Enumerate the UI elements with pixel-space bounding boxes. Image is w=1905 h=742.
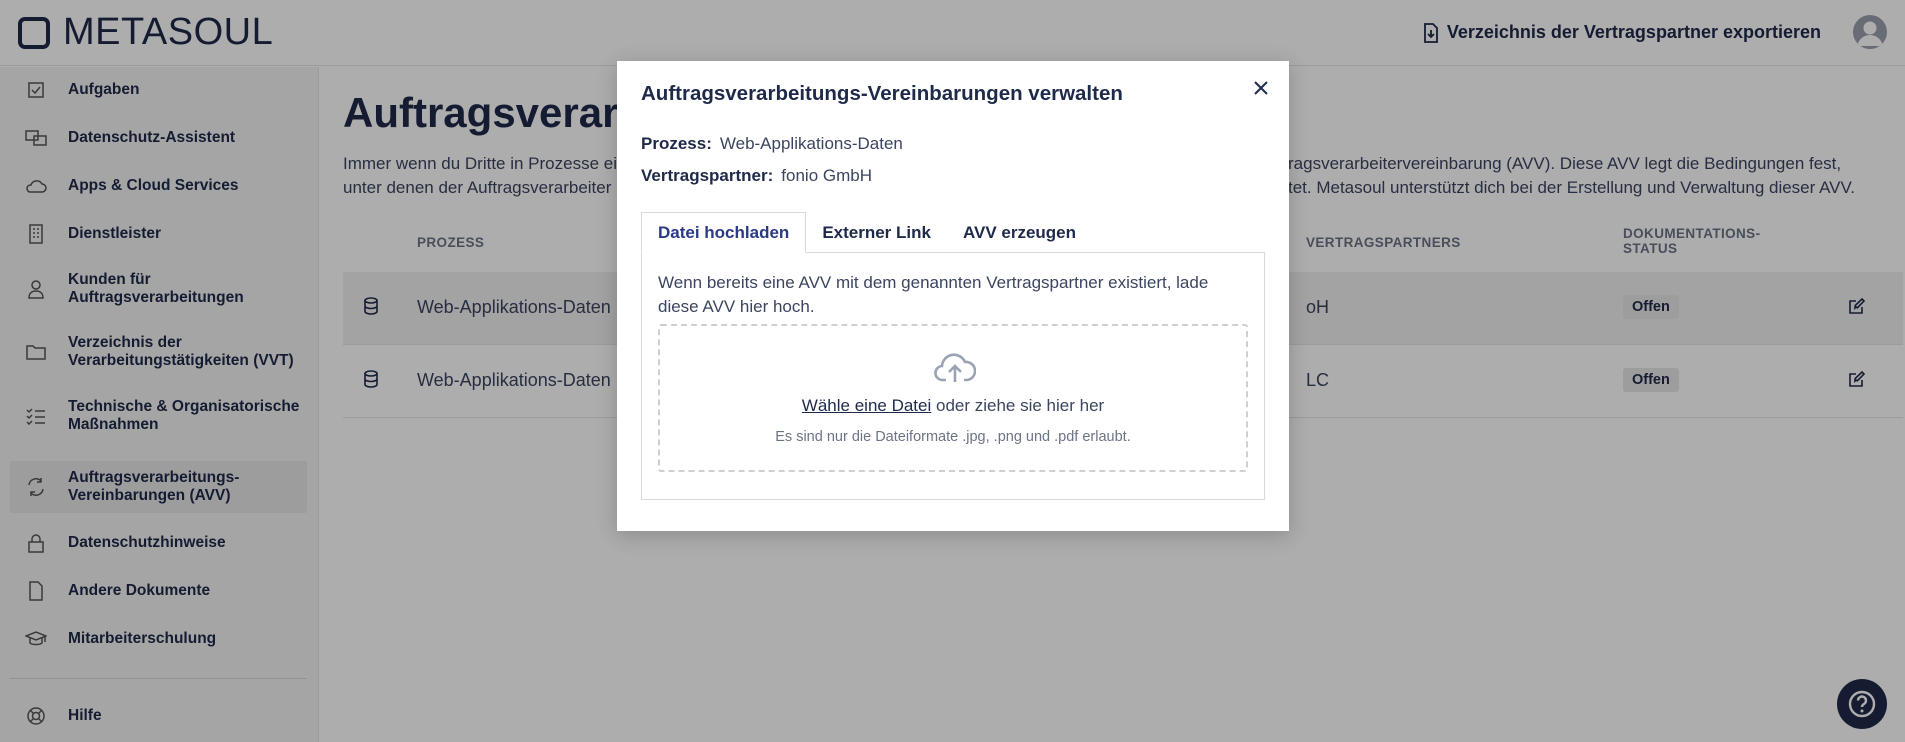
tab-externer-link[interactable]: Externer Link (806, 212, 947, 253)
modal-title: Auftragsverarbeitungs-Vereinbarungen ver… (641, 82, 1123, 105)
close-button[interactable] (1249, 76, 1273, 100)
partner-key: Vertragspartner: (641, 166, 774, 185)
file-dropzone[interactable]: Wähle eine Datei oder ziehe sie hier her… (658, 324, 1248, 472)
drop-text: oder ziehe sie hier her (931, 396, 1105, 415)
close-icon (1254, 81, 1268, 95)
tab-avv-erzeugen[interactable]: AVV erzeugen (947, 212, 1092, 253)
upload-panel: Wenn bereits eine AVV mit dem genannten … (641, 252, 1265, 500)
cloud-upload-icon (934, 353, 976, 382)
upload-description: Wenn bereits eine AVV mit dem genannten … (658, 273, 1209, 316)
choose-file-link[interactable]: Wähle eine Datei (802, 396, 931, 415)
modal-tabs: Datei hochladen Externer Link AVV erzeug… (641, 212, 1092, 253)
process-value: Web-Applikations-Daten (719, 134, 903, 153)
process-key: Prozess: (641, 134, 712, 153)
avv-modal: Auftragsverarbeitungs-Vereinbarungen ver… (617, 61, 1289, 531)
drop-instructions: Wähle eine Datei oder ziehe sie hier her (660, 396, 1246, 416)
file-format-hint: Es sind nur die Dateiformate .jpg, .png … (775, 429, 1131, 445)
modal-partner: Vertragspartner: fonio GmbH (641, 166, 872, 186)
modal-process: Prozess: Web-Applikations-Daten (641, 134, 903, 154)
partner-value: fonio GmbH (781, 166, 872, 185)
tab-datei-hochladen[interactable]: Datei hochladen (641, 212, 807, 253)
